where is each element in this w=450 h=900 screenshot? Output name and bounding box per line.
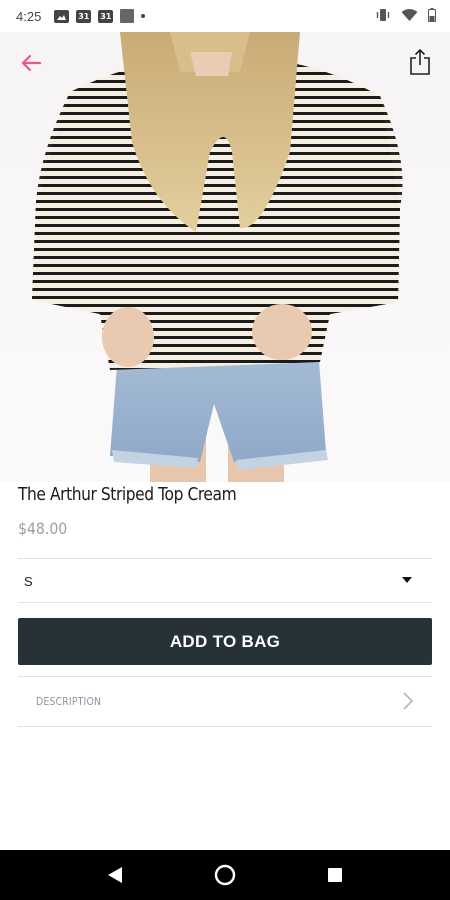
divider [18, 726, 432, 727]
divider [18, 602, 432, 603]
product-image [0, 32, 450, 482]
model-wearing-striped-top-photo [32, 32, 403, 482]
nav-back-button[interactable] [95, 855, 135, 895]
size-selected-value: S [24, 573, 33, 589]
vibrate-icon [375, 8, 391, 25]
system-nav-bar [0, 850, 450, 900]
square-icon [120, 9, 135, 23]
back-triangle-icon [108, 867, 122, 883]
home-circle-icon [214, 864, 236, 886]
back-button[interactable] [16, 48, 46, 78]
product-price: $48.00 [18, 519, 68, 538]
dropdown-caret-icon [402, 577, 412, 583]
divider [18, 558, 432, 559]
add-to-bag-button[interactable]: ADD TO BAG [18, 618, 432, 665]
nav-home-button[interactable] [205, 855, 245, 895]
wifi-icon [401, 8, 418, 25]
chevron-right-icon [403, 692, 414, 710]
description-row[interactable]: DESCRIPTION [18, 677, 432, 725]
recents-square-icon [328, 868, 342, 882]
nav-recents-button[interactable] [315, 855, 355, 895]
image-icon [54, 9, 70, 23]
share-button[interactable] [404, 46, 436, 78]
dot-icon [141, 14, 146, 18]
battery-icon [428, 7, 436, 25]
product-title: The Arthur Striped Top Cream [18, 484, 237, 505]
status-time: 4:25 [16, 8, 42, 24]
status-right [375, 7, 436, 25]
size-select[interactable]: S [18, 560, 432, 602]
status-bar: 4:25 31 31 [0, 0, 450, 32]
arrow-left-icon [21, 54, 42, 72]
share-icon [410, 48, 430, 75]
calendar-icon: 31 [98, 9, 114, 23]
description-label: DESCRIPTION [36, 694, 102, 708]
calendar-icon: 31 [76, 9, 92, 23]
status-left: 4:25 31 31 [16, 8, 146, 24]
